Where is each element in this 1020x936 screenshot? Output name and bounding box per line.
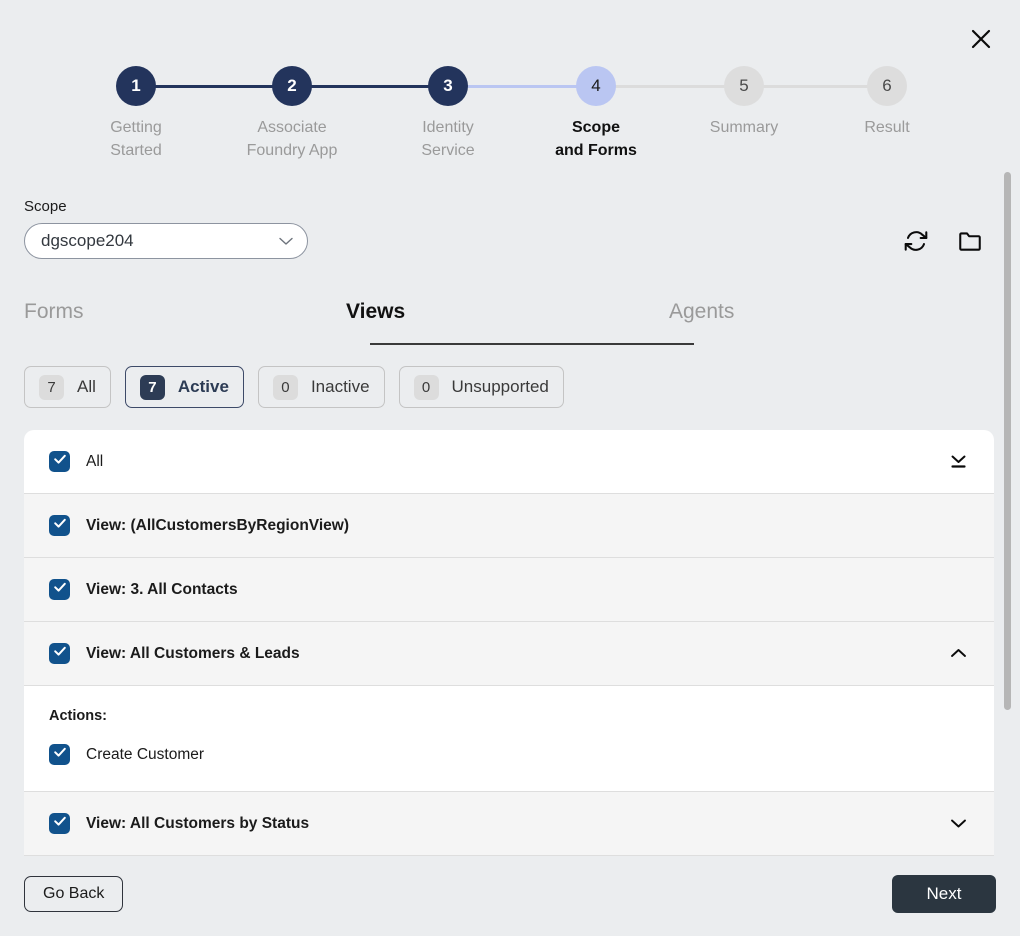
active-tab-underline bbox=[370, 343, 694, 345]
view-actions-panel: Actions: Create Customer bbox=[24, 686, 994, 792]
stepper-connector-4 bbox=[614, 85, 726, 88]
filter-chip-count: 7 bbox=[39, 374, 64, 400]
view-row-checkbox[interactable] bbox=[49, 643, 70, 664]
action-item[interactable]: Create Customer bbox=[49, 744, 969, 765]
refresh-scope-button[interactable] bbox=[902, 228, 930, 256]
filter-chip-count: 0 bbox=[272, 374, 298, 400]
go-back-button[interactable]: Go Back bbox=[24, 876, 124, 912]
actions-title: Actions: bbox=[49, 708, 107, 724]
select-all-row[interactable]: All bbox=[24, 430, 994, 494]
status-filter-chips: 7 All 7 Active 0 Inactive 0 Unsupported bbox=[24, 366, 564, 408]
view-row-checkbox[interactable] bbox=[49, 579, 70, 600]
filter-chip-active[interactable]: 7 Active bbox=[124, 366, 244, 408]
stepper-step-label: Associate Foundry App bbox=[246, 119, 338, 159]
browse-folder-button[interactable] bbox=[956, 228, 984, 256]
action-item-checkbox[interactable] bbox=[49, 744, 70, 765]
row-chevron-placeholder bbox=[944, 576, 972, 604]
row-chevron-placeholder bbox=[944, 512, 972, 540]
stepper-step-number: 2 bbox=[272, 66, 312, 106]
check-icon bbox=[53, 516, 67, 535]
filter-chip-count: 0 bbox=[413, 374, 439, 400]
filter-chip-label: Unsupported bbox=[451, 377, 549, 396]
filter-chip-count: 7 bbox=[139, 374, 165, 400]
stepper-step-number: 1 bbox=[116, 66, 156, 106]
action-item-label: Create Customer bbox=[86, 745, 205, 763]
filter-chip-inactive[interactable]: 0 Inactive bbox=[257, 366, 385, 408]
stepper-step-3[interactable]: 3 Identity Service bbox=[373, 66, 523, 162]
view-row-label: View: All Customers by Status bbox=[86, 814, 310, 832]
check-icon bbox=[53, 644, 67, 663]
stepper-step-label: Identity Service bbox=[421, 119, 475, 159]
stepper-connector-5 bbox=[762, 85, 869, 88]
stepper-step-label: Summary bbox=[709, 119, 779, 136]
filter-chip-label: All bbox=[77, 377, 96, 396]
stepper-step-number: 5 bbox=[724, 66, 764, 106]
filter-chip-all[interactable]: 7 All bbox=[24, 366, 111, 408]
stepper-connector-2 bbox=[310, 85, 430, 88]
scope-actions bbox=[902, 228, 984, 256]
stepper-connector-3 bbox=[466, 85, 578, 88]
check-icon bbox=[53, 814, 67, 833]
view-row[interactable]: View: All Customers by Status bbox=[24, 792, 994, 856]
stepper-step-number: 3 bbox=[428, 66, 468, 106]
collapse-all-icon[interactable] bbox=[944, 448, 972, 476]
filter-chip-label: Active bbox=[177, 377, 229, 396]
view-row-label: View: 3. All Contacts bbox=[86, 580, 238, 598]
view-row[interactable]: View: 3. All Contacts bbox=[24, 558, 994, 622]
stepper-step-1[interactable]: 1 Getting Started bbox=[61, 66, 211, 162]
check-icon bbox=[53, 580, 67, 599]
close-dialog-button[interactable] bbox=[964, 22, 998, 56]
stepper-connector-1 bbox=[154, 85, 274, 88]
stepper-step-6[interactable]: 6 Result bbox=[812, 66, 962, 139]
stepper-step-label: Scope and Forms bbox=[555, 119, 637, 159]
folder-icon bbox=[957, 228, 983, 257]
stepper-step-number: 4 bbox=[576, 66, 616, 106]
tab-views[interactable]: Views bbox=[346, 300, 405, 336]
page-scrollbar-thumb[interactable] bbox=[1004, 172, 1011, 710]
chevron-down-icon[interactable] bbox=[944, 810, 972, 838]
view-row[interactable]: View: All Customers & Leads bbox=[24, 622, 994, 686]
views-list-container: All View: (AllCustomersByRegionView) View:… bbox=[24, 430, 994, 862]
wizard-stepper: 1 Getting Started 2 Associate Foundry App 3 Ide… bbox=[0, 66, 1020, 166]
stepper-step-label: Result bbox=[864, 119, 910, 136]
next-button[interactable]: Next bbox=[892, 875, 996, 913]
scope-selected-value: dgscope204 bbox=[41, 231, 134, 250]
scope-section: Scope dgscope204 bbox=[24, 198, 308, 259]
stepper-step-label: Getting Started bbox=[110, 119, 162, 159]
select-all-checkbox[interactable] bbox=[49, 451, 70, 472]
stepper-step-number: 6 bbox=[867, 66, 907, 106]
page-scrollbar[interactable] bbox=[1004, 172, 1011, 866]
view-row-label: View: All Customers & Leads bbox=[86, 644, 300, 662]
filter-chip-unsupported[interactable]: 0 Unsupported bbox=[398, 366, 564, 408]
view-row-checkbox[interactable] bbox=[49, 813, 70, 834]
stepper-step-2[interactable]: 2 Associate Foundry App bbox=[217, 66, 367, 162]
tab-forms[interactable]: Forms bbox=[24, 300, 84, 336]
view-row-checkbox[interactable] bbox=[49, 515, 70, 536]
chevron-down-icon bbox=[279, 237, 293, 246]
select-all-label: All bbox=[86, 452, 104, 470]
scope-label: Scope bbox=[24, 198, 67, 215]
chevron-up-icon[interactable] bbox=[944, 640, 972, 668]
stepper-step-4[interactable]: 4 Scope and Forms bbox=[521, 66, 671, 162]
check-icon bbox=[53, 745, 67, 764]
close-icon bbox=[970, 28, 992, 50]
view-row[interactable]: View: (AllCustomersByRegionView) bbox=[24, 494, 994, 558]
content-tabs: Forms Views Agents bbox=[24, 300, 970, 345]
tab-agents[interactable]: Agents bbox=[669, 300, 734, 336]
refresh-icon bbox=[903, 228, 929, 257]
check-icon bbox=[53, 452, 67, 471]
stepper-step-5[interactable]: 5 Summary bbox=[669, 66, 819, 139]
scope-select[interactable]: dgscope204 bbox=[24, 223, 308, 259]
view-row-label: View: (AllCustomersByRegionView) bbox=[86, 516, 349, 534]
dialog-footer: Go Back Next bbox=[0, 862, 1020, 936]
filter-chip-label: Inactive bbox=[310, 377, 370, 396]
